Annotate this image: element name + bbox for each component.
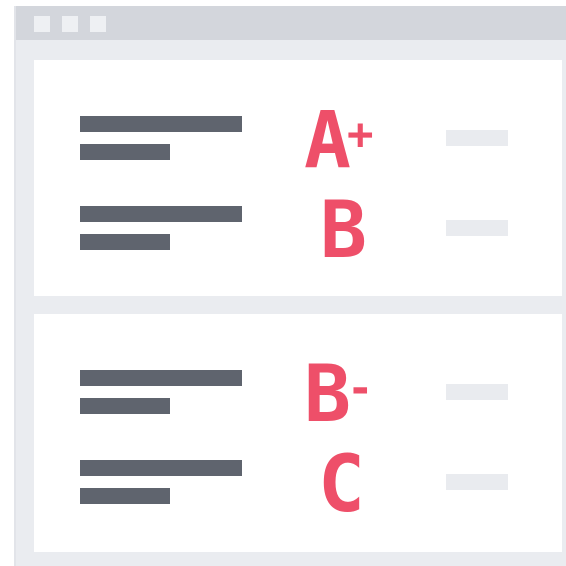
grade-value-placeholder — [446, 474, 508, 490]
subject-detail-placeholder — [80, 234, 170, 250]
grade-modifier: + — [346, 109, 373, 160]
grade-letter: C — [318, 440, 365, 530]
window-control-dot[interactable] — [34, 16, 50, 32]
subject-detail-placeholder — [80, 488, 170, 504]
subject-name-placeholder — [80, 460, 242, 476]
grade-label: C — [318, 440, 428, 530]
window-control-dot[interactable] — [62, 16, 78, 32]
subject-detail-placeholder — [80, 144, 170, 160]
grade-letter: B — [320, 186, 367, 276]
grade-label: B — [320, 186, 430, 276]
window-control-dot[interactable] — [90, 16, 106, 32]
subject-name-placeholder — [80, 206, 242, 222]
grade-card: A+ B — [34, 60, 562, 296]
grade-row: C — [34, 424, 562, 530]
subject-detail-placeholder — [80, 398, 170, 414]
grade-row: A+ — [34, 80, 562, 186]
grade-row: B — [34, 170, 562, 276]
subject-name-placeholder — [80, 370, 242, 386]
grade-value-placeholder — [446, 130, 508, 146]
grade-modifier: - — [346, 363, 373, 414]
grade-value-placeholder — [446, 384, 508, 400]
subject-name-placeholder — [80, 116, 242, 132]
grade-row: B- — [34, 334, 562, 440]
grade-card: B- C — [34, 314, 562, 552]
window-titlebar — [16, 6, 566, 40]
grade-value-placeholder — [446, 220, 508, 236]
app-window: A+ B B- C — [14, 6, 566, 566]
